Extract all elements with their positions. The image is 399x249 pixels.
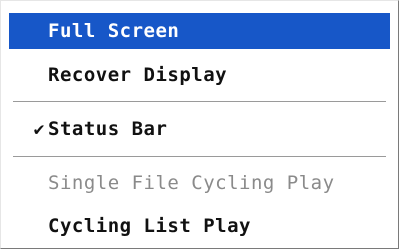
menu-item-label: Status Bar <box>48 118 168 140</box>
menu-item-status-bar[interactable]: ✔ Status Bar <box>9 111 390 147</box>
checkmark-icon: ✔ <box>33 118 45 140</box>
menu-separator <box>13 101 386 103</box>
menu-item-single-file-cycling-play: Single File Cycling Play <box>9 165 390 201</box>
context-menu: Full Screen Recover Display ✔ Status Bar… <box>0 0 399 249</box>
menu-separator <box>13 156 386 158</box>
menu-item-full-screen[interactable]: Full Screen <box>9 13 390 49</box>
menu-item-label: Single File Cycling Play <box>48 172 335 194</box>
menu-item-cycling-list-play[interactable]: Cycling List Play <box>9 208 390 244</box>
menu-item-label: Full Screen <box>48 20 180 42</box>
menu-item-label: Recover Display <box>48 64 228 86</box>
menu-item-label: Cycling List Play <box>48 215 251 237</box>
menu-item-recover-display[interactable]: Recover Display <box>9 57 390 93</box>
